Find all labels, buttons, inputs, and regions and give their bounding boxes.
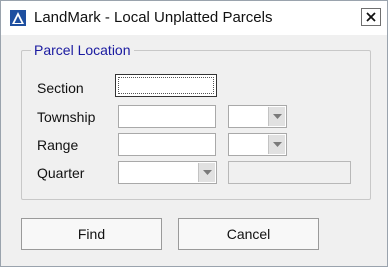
chevron-down-icon [202, 169, 212, 175]
township-direction-select[interactable] [228, 105, 287, 128]
title-bar: LandMark - Local Unplatted Parcels [1, 1, 387, 35]
quarter-description-field [228, 161, 351, 184]
find-button[interactable]: Find [21, 218, 162, 250]
range-dropdown-button[interactable] [268, 135, 285, 154]
range-input[interactable] [118, 133, 216, 156]
cancel-button[interactable]: Cancel [178, 218, 319, 250]
township-label: Township [37, 109, 96, 125]
close-icon [366, 12, 376, 22]
quarter-select[interactable] [118, 161, 217, 184]
chevron-down-icon [272, 141, 282, 147]
close-button[interactable] [361, 8, 381, 26]
section-label: Section [37, 80, 84, 96]
quarter-dropdown-button[interactable] [198, 163, 215, 182]
section-input[interactable] [115, 74, 217, 97]
quarter-label: Quarter [37, 165, 85, 181]
range-direction-select[interactable] [228, 133, 287, 156]
window-title: LandMark - Local Unplatted Parcels [34, 9, 273, 26]
township-dropdown-button[interactable] [268, 107, 285, 126]
landmark-app-icon [10, 10, 26, 26]
chevron-down-icon [272, 113, 282, 119]
parcel-location-title: Parcel Location [31, 42, 134, 58]
dialog-window: LandMark - Local Unplatted Parcels Parce… [0, 0, 388, 267]
township-input[interactable] [118, 105, 216, 128]
range-label: Range [37, 137, 79, 153]
